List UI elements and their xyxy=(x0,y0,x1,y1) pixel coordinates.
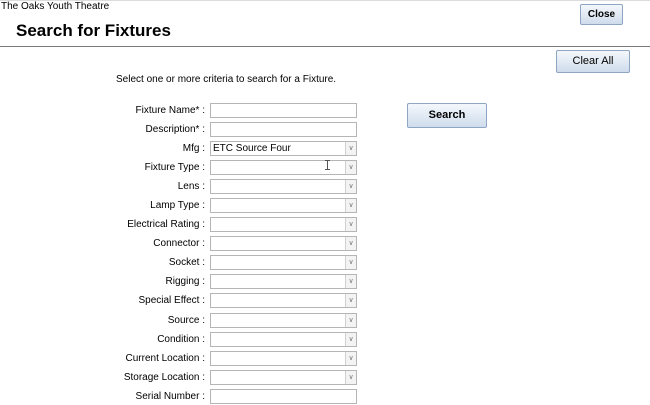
text-field[interactable] xyxy=(210,389,357,404)
field-label: Description* : xyxy=(145,124,205,135)
field-label: Socket : xyxy=(168,257,205,268)
text-cursor-icon xyxy=(325,160,330,170)
header-divider xyxy=(0,46,650,47)
chevron-down-icon[interactable]: ∨ xyxy=(345,333,356,346)
chevron-down-icon[interactable]: ∨ xyxy=(345,161,356,174)
text-field[interactable] xyxy=(210,103,357,118)
chevron-down-icon[interactable]: ∨ xyxy=(345,294,356,307)
dropdown-field[interactable]: ∨ xyxy=(210,217,357,232)
dropdown-field[interactable]: ∨ xyxy=(210,370,357,385)
field-label: Mfg : xyxy=(182,143,205,154)
field-label: Rigging : xyxy=(165,276,205,287)
dropdown-field[interactable]: ∨ xyxy=(210,293,357,308)
field-label: Special Effect : xyxy=(138,295,205,306)
instructions-text: Select one or more criteria to search fo… xyxy=(116,74,337,85)
dropdown-field[interactable]: ∨ xyxy=(210,313,357,328)
chevron-down-icon[interactable]: ∨ xyxy=(345,314,356,327)
search-button[interactable]: Search xyxy=(407,103,487,128)
dropdown-field[interactable]: ∨ xyxy=(210,236,357,251)
dropdown-field[interactable]: ETC Source Four ∨ xyxy=(210,141,357,156)
chevron-down-icon[interactable]: ∨ xyxy=(345,371,356,384)
field-label: Condition : xyxy=(157,334,205,345)
organization-name: The Oaks Youth Theatre xyxy=(1,1,110,12)
page-title: Search for Fixtures xyxy=(16,21,171,40)
field-value: ETC Source Four xyxy=(213,143,291,154)
chevron-down-icon[interactable]: ∨ xyxy=(345,256,356,269)
field-label: Storage Location : xyxy=(123,372,205,383)
field-label: Fixture Type : xyxy=(144,162,205,173)
field-label: Fixture Name* : xyxy=(135,105,205,116)
chevron-down-icon[interactable]: ∨ xyxy=(345,180,356,193)
chevron-down-icon[interactable]: ∨ xyxy=(345,218,356,231)
text-field[interactable] xyxy=(210,122,357,137)
field-label: Source : xyxy=(167,315,205,326)
dropdown-field[interactable]: ∨ xyxy=(210,179,357,194)
field-label: Electrical Rating : xyxy=(127,219,205,230)
chevron-down-icon[interactable]: ∨ xyxy=(345,199,356,212)
field-label: Serial Number : xyxy=(135,391,205,402)
chevron-down-icon[interactable]: ∨ xyxy=(345,237,356,250)
chevron-down-icon[interactable]: ∨ xyxy=(345,142,356,155)
dropdown-field[interactable]: ∨ xyxy=(210,351,357,366)
dropdown-field[interactable]: ∨ xyxy=(210,332,357,347)
chevron-down-icon[interactable]: ∨ xyxy=(345,352,356,365)
chevron-down-icon[interactable]: ∨ xyxy=(345,275,356,288)
field-label: Current Location : xyxy=(125,353,206,364)
clear-all-button[interactable]: Clear All xyxy=(556,50,630,73)
field-label: Lens : xyxy=(177,181,205,192)
close-button[interactable]: Close xyxy=(580,4,623,25)
dropdown-field[interactable]: ∨ xyxy=(210,198,357,213)
dropdown-field[interactable]: ∨ xyxy=(210,255,357,270)
dropdown-field[interactable]: ∨ xyxy=(210,160,357,175)
dropdown-field[interactable]: ∨ xyxy=(210,274,357,289)
field-label: Connector : xyxy=(153,238,205,249)
field-label: Lamp Type : xyxy=(150,200,205,211)
